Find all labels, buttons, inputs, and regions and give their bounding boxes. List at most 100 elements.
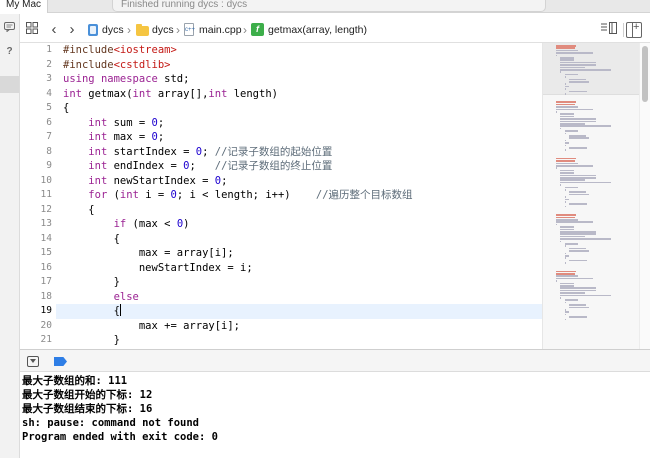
line-number: 14 <box>40 232 52 244</box>
minimap-line <box>569 193 589 196</box>
hide-debug-area-icon[interactable] <box>27 356 39 367</box>
minimap-line <box>564 93 566 95</box>
minimap-line <box>569 135 586 137</box>
comment-icon[interactable] <box>0 22 19 35</box>
breadcrumb-function[interactable]: getmax(array, length) <box>268 22 367 38</box>
chevron-right-icon: › <box>243 23 247 37</box>
minimap-line <box>569 90 587 93</box>
code-line[interactable]: for (int i = 0; i < length; i++) //遍历整个目… <box>63 188 541 203</box>
line-number: 18 <box>40 290 52 302</box>
code-line[interactable]: #include<cstdlib> <box>63 58 541 73</box>
code-line[interactable]: newStartIndex = i; <box>63 261 541 276</box>
code-line[interactable]: int startIndex = 0; //记录子数组的起始位置 <box>63 145 541 160</box>
minimap-line <box>560 297 562 299</box>
minimap-line <box>556 167 558 169</box>
minimap-line <box>556 108 594 111</box>
scheme-destination-tab[interactable]: My Mac <box>0 0 48 13</box>
minimap-line <box>560 231 596 233</box>
line-number: 6 <box>46 116 52 128</box>
minimap-line <box>569 250 589 252</box>
minimap-line <box>560 115 574 118</box>
minimap-line <box>564 83 566 85</box>
code-line[interactable]: int sum = 0; <box>63 116 541 131</box>
minimap-line <box>560 226 574 228</box>
minimap-line <box>556 54 558 57</box>
code-line[interactable]: { <box>63 232 541 247</box>
scrollbar-thumb[interactable] <box>642 46 648 102</box>
back-arrow-icon[interactable]: ‹ <box>48 22 60 38</box>
line-number-gutter: 1 2 3 4 5 6 7 8 9 10 11 12 13 14 15 16 1… <box>20 43 56 349</box>
minimap-line <box>564 318 566 321</box>
breadcrumb-group[interactable]: dycs <box>152 22 174 38</box>
minimap-line <box>569 259 587 262</box>
code-line[interactable]: else <box>63 290 541 305</box>
code-line[interactable]: if (max < 0) <box>63 217 541 232</box>
activity-viewer: Finished running dycs : dycs <box>112 0 546 12</box>
minimap-line <box>564 255 570 257</box>
line-number: 11 <box>40 189 52 200</box>
code-line[interactable]: int getmax(int array[],int length) <box>63 87 541 102</box>
line-number: 3 <box>46 73 52 84</box>
minimap-line <box>569 81 589 83</box>
minimap-line <box>560 285 574 287</box>
code-line[interactable]: max += array[i]; <box>63 319 541 334</box>
code-line[interactable]: #include<iostream> <box>63 43 541 58</box>
minimap-line <box>560 294 611 297</box>
code-line[interactable]: int max = 0; <box>63 130 541 145</box>
help-icon[interactable]: ? <box>0 46 19 57</box>
breakpoint-toggle-icon[interactable] <box>54 357 67 366</box>
code-line[interactable]: int newStartIndex = 0; <box>63 174 541 189</box>
source-editor[interactable]: 1 2 3 4 5 6 7 8 9 10 11 12 13 14 15 16 1… <box>20 43 542 349</box>
console-line: 最大子数组结束的下标: 16 <box>22 403 153 415</box>
editor-scrollbar[interactable] <box>639 43 650 349</box>
minimap-line <box>556 216 575 219</box>
code-line[interactable]: } <box>63 333 541 348</box>
minimap[interactable] <box>542 43 639 349</box>
code-line[interactable]: { <box>63 101 541 116</box>
minimap-line <box>564 132 566 135</box>
console-output[interactable]: 最大子数组的和: 111 最大子数组开始的下标: 12 最大子数组结束的下标: … <box>20 372 650 458</box>
minimap-line <box>560 69 611 71</box>
minimap-line <box>560 71 562 73</box>
breadcrumb-file[interactable]: main.cpp <box>199 22 242 38</box>
minimap-line <box>564 139 566 142</box>
chevron-right-icon: › <box>176 23 180 37</box>
minimap-line <box>560 174 596 177</box>
minimap-line <box>556 214 576 216</box>
code-line[interactable]: } <box>63 275 541 290</box>
code-line[interactable]: max = array[i]; <box>63 246 541 261</box>
minimap-line <box>560 179 585 181</box>
code-line[interactable]: using namespace std; <box>63 72 541 87</box>
minimap-line <box>564 144 566 147</box>
minimap-line <box>569 137 589 139</box>
minimap-line <box>556 111 558 113</box>
line-number: 17 <box>40 276 52 287</box>
code-line[interactable]: int endIndex = 0; //记录子数组的终止位置 <box>63 159 541 174</box>
minimap-line <box>556 47 575 49</box>
code-line[interactable]: { <box>63 203 541 218</box>
minimap-line <box>560 292 585 294</box>
minimap-line <box>564 301 566 304</box>
code-line-current[interactable]: { <box>56 304 542 319</box>
jump-bar-divider <box>623 23 624 37</box>
minimap-line <box>556 277 594 280</box>
jump-bar: ‹ › dycs › dycs › c++ main.cpp › f getma… <box>20 18 650 43</box>
line-number: 10 <box>40 174 52 186</box>
minimap-line <box>560 228 574 231</box>
minimap-line <box>564 130 578 132</box>
minimap-line <box>560 127 562 130</box>
minimap-line <box>560 113 574 115</box>
forward-arrow-icon[interactable]: › <box>66 22 78 38</box>
editor-options-icon[interactable] <box>600 22 618 38</box>
add-editor-icon[interactable] <box>626 21 642 38</box>
minimap-line <box>556 49 578 52</box>
related-items-grid-icon[interactable] <box>25 22 39 38</box>
minimap-line <box>556 106 578 108</box>
breadcrumb-project[interactable]: dycs <box>102 22 124 38</box>
minimap-line <box>560 289 596 292</box>
minimap-line <box>564 76 566 78</box>
minimap-line <box>564 149 566 151</box>
minimap-line <box>564 196 566 198</box>
minimap-line <box>564 309 566 311</box>
project-icon <box>88 24 98 36</box>
